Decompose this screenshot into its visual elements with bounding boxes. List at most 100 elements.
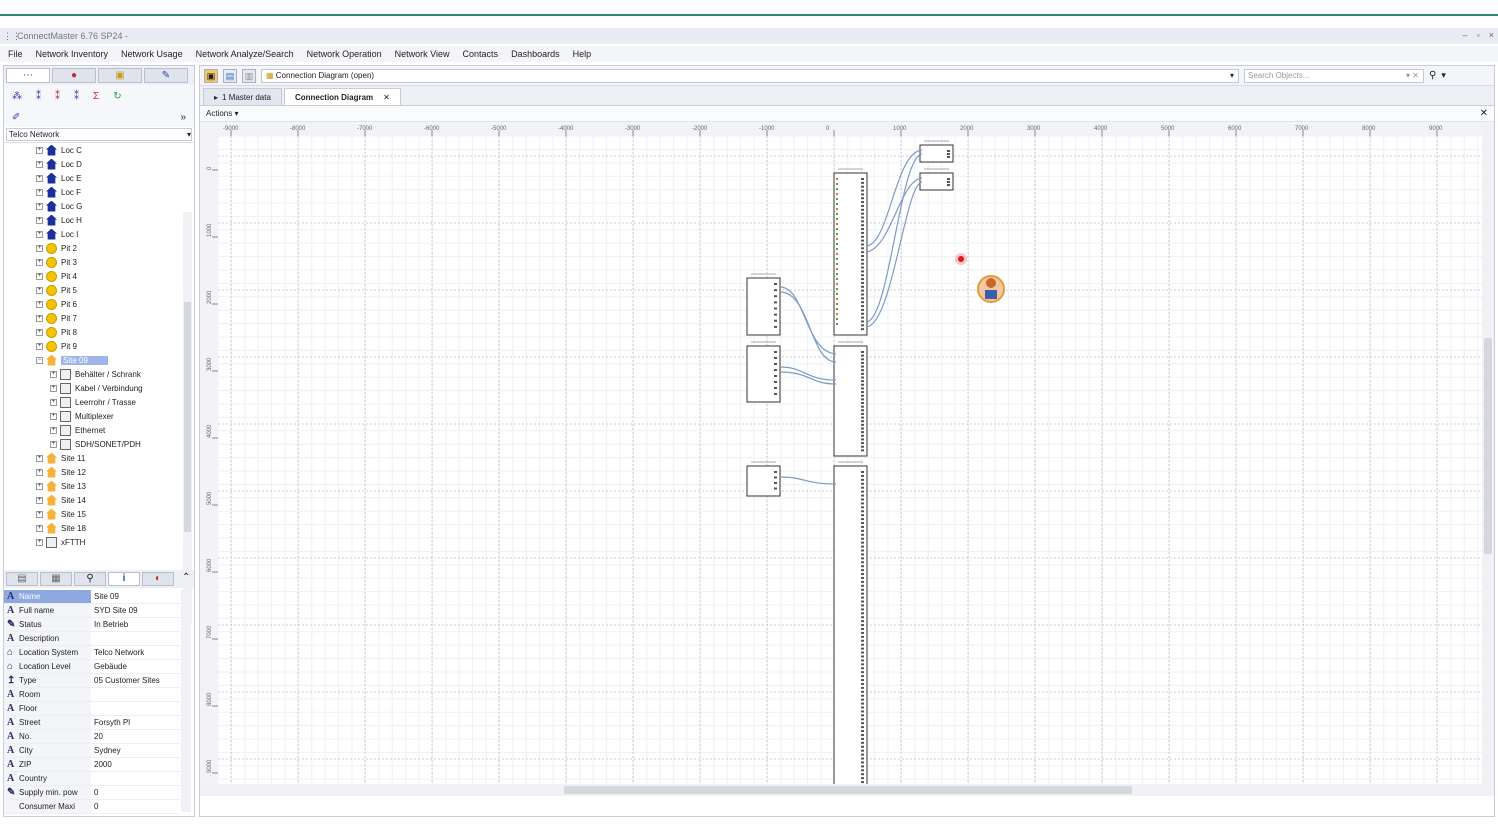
expand-toggle-icon[interactable]: + — [36, 538, 43, 546]
toolbar-print-icon[interactable]: ▥ — [242, 68, 256, 83]
tree-item[interactable]: + Pit 2 — [4, 241, 194, 255]
property-row[interactable]: A Country — [4, 772, 180, 786]
property-row[interactable]: A ZIP 2000 — [4, 758, 180, 772]
property-value[interactable]: 2000 — [91, 758, 180, 771]
tree-item[interactable]: + Pit 9 — [4, 339, 194, 353]
tool-link3-icon[interactable]: ⁑ — [74, 91, 79, 102]
close-diagram-icon[interactable]: ✕ — [1480, 108, 1488, 119]
property-value[interactable] — [91, 772, 180, 785]
expand-toggle-icon[interactable]: + — [50, 384, 57, 392]
tree-item[interactable]: + Pit 7 — [4, 311, 194, 325]
menu-help[interactable]: Help — [573, 49, 592, 59]
tree-item[interactable]: + Pit 6 — [4, 297, 194, 311]
tree-item[interactable]: + Loc F — [4, 185, 194, 199]
tab-pin-icon[interactable]: ✎ — [144, 68, 188, 83]
property-row[interactable]: A Description — [4, 632, 180, 646]
menu-network-inventory[interactable]: Network Inventory — [36, 49, 109, 59]
tool-nodes-icon[interactable]: ⁂ — [12, 91, 22, 102]
expand-toggle-icon[interactable]: + — [36, 160, 43, 168]
tree-item[interactable]: + Pit 8 — [4, 325, 194, 339]
tab-paint-icon[interactable]: ◐ — [142, 572, 174, 586]
expand-toggle-icon[interactable]: + — [36, 314, 43, 322]
binoculars-icon[interactable]: ⚲ — [1429, 70, 1436, 81]
menu-network-operation[interactable]: Network Operation — [307, 49, 382, 59]
tree-item[interactable]: + Loc I — [4, 227, 194, 241]
expand-toggle-icon[interactable]: + — [36, 300, 43, 308]
expand-toggle-icon[interactable]: + — [36, 286, 43, 294]
tool-refresh-icon[interactable]: ↻ — [113, 91, 121, 102]
tree-item[interactable]: + Loc H — [4, 213, 194, 227]
tab-folder-icon[interactable]: ▣ — [98, 68, 142, 83]
property-row[interactable]: ↥ Type 05 Customer Sites — [4, 674, 180, 688]
property-row[interactable]: A Room — [4, 688, 180, 702]
property-value[interactable]: Sydney — [91, 744, 180, 757]
tree-item[interactable]: + Loc E — [4, 171, 194, 185]
expand-toggle-icon[interactable]: + — [36, 496, 43, 504]
tab-info-icon[interactable]: i — [108, 572, 140, 586]
tool-edit-icon[interactable]: ✐ — [12, 112, 20, 123]
tree-item[interactable]: + Site 13 — [4, 479, 194, 493]
property-row[interactable]: A Floor — [4, 702, 180, 716]
property-value[interactable]: Forsyth Pl — [91, 716, 180, 729]
search-objects-input[interactable]: Search Objects... ▾ ✕ — [1244, 68, 1424, 83]
expand-panel-icon[interactable]: » — [180, 112, 186, 123]
property-row[interactable]: ✎ Status In Betrieb — [4, 618, 180, 632]
chevron-down-icon[interactable]: ▾ — [1441, 70, 1446, 81]
expand-toggle-icon[interactable]: + — [36, 244, 43, 252]
expand-toggle-icon[interactable]: + — [36, 468, 43, 476]
tree-item[interactable]: + Loc C — [4, 143, 194, 157]
expand-toggle-icon[interactable]: + — [36, 524, 43, 532]
property-value[interactable]: SYD Site 09 — [91, 604, 180, 617]
property-value[interactable]: 05 Customer Sites — [91, 674, 180, 687]
tree-item[interactable]: + xFTTH — [4, 535, 194, 549]
tree-item[interactable]: + Pit 5 — [4, 283, 194, 297]
menu-dashboards[interactable]: Dashboards — [511, 49, 560, 59]
property-value[interactable] — [91, 688, 180, 701]
expand-toggle-icon[interactable]: + — [50, 398, 57, 406]
expand-toggle-icon[interactable]: + — [36, 258, 43, 266]
tree-item[interactable]: + SDH/SONET/PDH — [4, 437, 194, 451]
collapse-icon[interactable]: ⌃ — [182, 572, 190, 586]
tree-item[interactable]: + Loc D — [4, 157, 194, 171]
tree-item[interactable]: + Kabel / Verbindung — [4, 381, 194, 395]
diagram-svg[interactable]: -9000 -8000 -7000 -6000 -5000 -4000 -3000 -2000… — [200, 122, 1482, 789]
tree-item[interactable]: + Site 15 — [4, 507, 194, 521]
expand-toggle-icon[interactable]: + — [50, 426, 57, 434]
minimize-button[interactable]: – — [1463, 30, 1468, 40]
tree-item[interactable]: + Site 14 — [4, 493, 194, 507]
menu-file[interactable]: File — [8, 49, 23, 59]
expand-toggle-icon[interactable]: + — [50, 370, 57, 378]
close-button[interactable]: × — [1489, 30, 1494, 40]
tree-scroll-thumb[interactable] — [184, 302, 191, 532]
tree-item[interactable]: − Site 09 — [4, 353, 194, 367]
expand-toggle-icon[interactable]: + — [36, 146, 43, 154]
expand-toggle-icon[interactable]: + — [50, 440, 57, 448]
tab-search-icon[interactable]: ⚲ — [74, 572, 106, 586]
tree-item[interactable]: + Pit 4 — [4, 269, 194, 283]
property-value[interactable] — [91, 702, 180, 715]
property-value[interactable]: Site 09 — [91, 590, 180, 603]
clear-search-icon[interactable]: ▾ ✕ — [1406, 70, 1419, 82]
diagram-horizontal-scrollbar[interactable] — [200, 784, 1494, 796]
tree-item[interactable]: + Pit 3 — [4, 255, 194, 269]
property-value[interactable]: 0 — [91, 786, 180, 799]
tree-item[interactable]: + Site 11 — [4, 451, 194, 465]
tree-item[interactable]: + Ethernet — [4, 423, 194, 437]
expand-toggle-icon[interactable]: + — [36, 328, 43, 336]
expand-toggle-icon[interactable]: + — [36, 174, 43, 182]
tab-table-icon[interactable]: ▦ — [40, 572, 72, 586]
property-row[interactable]: Consumer Maxi 0 — [4, 800, 180, 814]
expand-toggle-icon[interactable]: + — [36, 482, 43, 490]
tree-item[interactable]: + Multiplexer — [4, 409, 194, 423]
property-value[interactable] — [91, 632, 180, 645]
vertical-scroll-thumb[interactable] — [1484, 338, 1492, 554]
tree-item[interactable]: + Site 12 — [4, 465, 194, 479]
property-row[interactable]: A Street Forsyth Pl — [4, 716, 180, 730]
property-scrollbar[interactable] — [181, 590, 191, 812]
diagram-select[interactable]: ▦ Connection Diagram (open) ▾ — [261, 68, 1239, 83]
property-row[interactable]: A Name Site 09 — [4, 590, 180, 604]
expand-toggle-icon[interactable]: − — [36, 356, 43, 364]
property-row[interactable]: ✎ Supply min. pow 0 — [4, 786, 180, 800]
tool-link2-icon[interactable]: ⁑ — [55, 91, 60, 102]
close-tab-icon[interactable]: ✕ — [383, 93, 390, 102]
